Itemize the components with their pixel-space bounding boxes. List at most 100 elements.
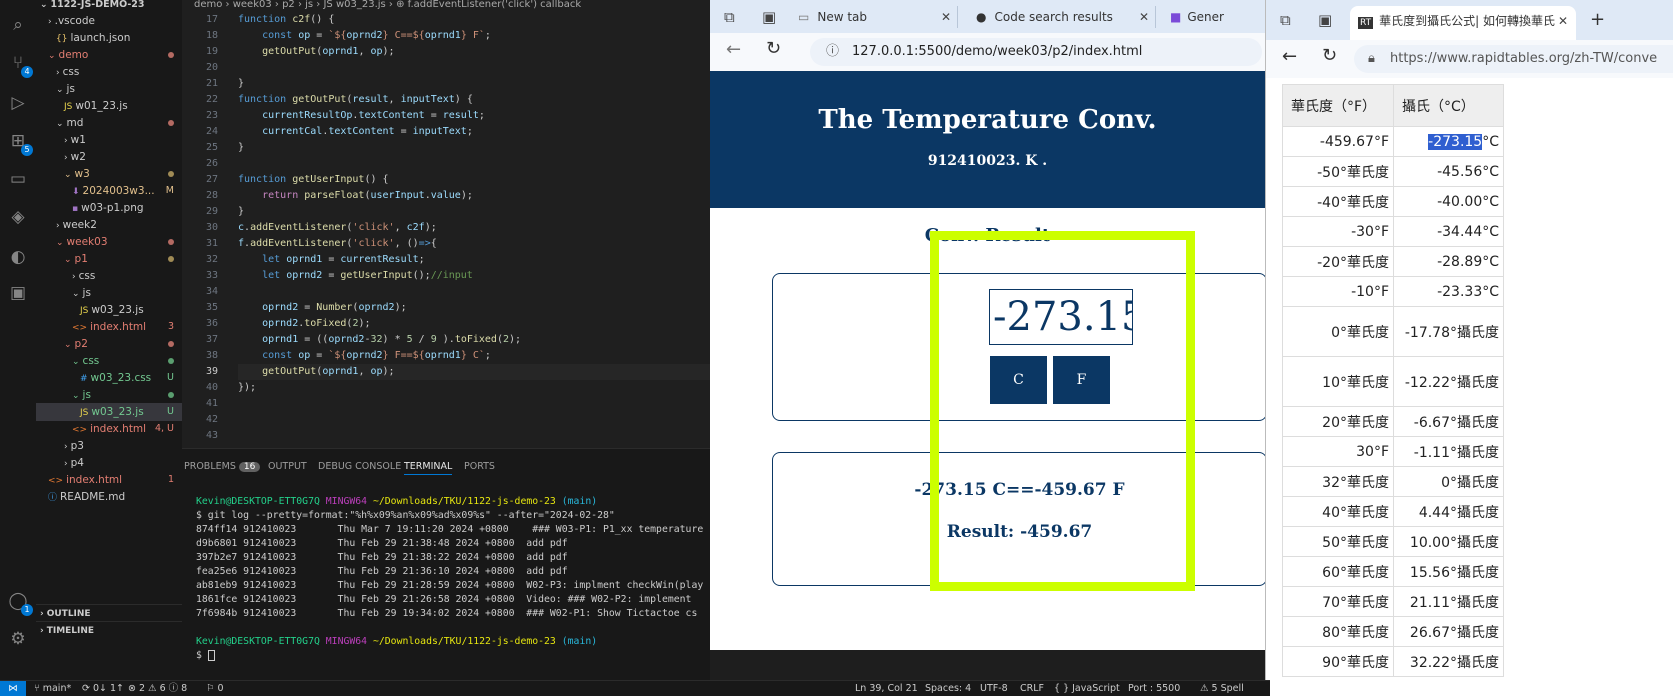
encoding[interactable]: UTF-8 bbox=[980, 681, 1008, 696]
tab-ports[interactable]: PORTS bbox=[464, 459, 495, 475]
remote-indicator-icon[interactable]: ⋈ bbox=[0, 681, 26, 696]
tab-problems[interactable]: PROBLEMS 16 bbox=[184, 459, 261, 475]
tree-item[interactable]: ⌄ demo bbox=[36, 46, 182, 64]
cursor-position[interactable]: Ln 39, Col 21 bbox=[855, 681, 918, 696]
live-server-port[interactable]: Port : 5500 bbox=[1128, 681, 1180, 696]
sync-status[interactable]: ⟳ 0↓ 1↑ bbox=[82, 681, 124, 696]
tree-item[interactable]: # w03_23.css U bbox=[36, 369, 182, 387]
timeline-section[interactable]: › TIMELINE bbox=[36, 621, 182, 639]
tree-item[interactable]: <> index.html 3 bbox=[36, 318, 182, 336]
tab-generic[interactable]: ■ Gener bbox=[1170, 6, 1265, 28]
tree-item[interactable]: ⬇ 2024003w3... M bbox=[36, 182, 182, 200]
address-bar[interactable]: 🔒︎ https://www.rapidtables.org/zh-TW/conv… bbox=[1354, 45, 1673, 73]
tree-item[interactable]: ⌄ p2 bbox=[36, 335, 182, 353]
tree-item[interactable]: › .vscode bbox=[36, 12, 182, 30]
terminal-input[interactable]: $ bbox=[196, 649, 215, 663]
edge-icon[interactable]: ◐ bbox=[7, 246, 29, 268]
tree-item[interactable]: <> index.html 1 bbox=[36, 471, 182, 489]
close-icon[interactable]: ✕ bbox=[1558, 6, 1568, 36]
tab-rapidtables[interactable]: RT 華氏度到攝氏公式| 如何轉換華氏 ✕ bbox=[1350, 6, 1576, 40]
back-icon[interactable]: ← bbox=[726, 39, 741, 60]
address-bar[interactable]: ⓘ 127.0.0.1:5500/demo/week03/p2/index.htm… bbox=[810, 38, 1262, 66]
tab-actions-icon[interactable]: ▣ bbox=[1318, 9, 1332, 31]
tree-item[interactable]: <> index.html 4, U bbox=[36, 420, 182, 438]
prompt-path: ~/Downloads/TKU/1122-js-demo-23 bbox=[372, 636, 556, 647]
git-branch[interactable]: ⑂ main* bbox=[34, 681, 71, 696]
live-share-icon[interactable]: ▣ bbox=[7, 282, 29, 304]
python-icon[interactable]: ◈ bbox=[7, 206, 29, 228]
account-icon[interactable]: ◯ 1 bbox=[7, 590, 33, 616]
tree-item[interactable]: › p4 bbox=[36, 454, 182, 472]
refresh-icon[interactable]: ↻ bbox=[1322, 45, 1337, 66]
search-icon[interactable]: ⌕ bbox=[7, 14, 29, 36]
tree-item[interactable]: › w1 bbox=[36, 131, 182, 149]
tree-item[interactable]: › p3 bbox=[36, 437, 182, 455]
tree-item[interactable]: › css bbox=[36, 63, 182, 81]
tab-actions-icon[interactable]: ▣ bbox=[762, 6, 776, 28]
breadcrumb[interactable]: demo › week03 › p2 › js › JS w03_23.js ›… bbox=[182, 0, 710, 12]
tree-item[interactable]: ⌄ p1 bbox=[36, 250, 182, 268]
tree-item[interactable]: ⌄ js bbox=[36, 284, 182, 302]
language-mode[interactable]: { } JavaScript bbox=[1054, 681, 1120, 696]
fahrenheit-cell: 50°華氏度 bbox=[1282, 526, 1394, 557]
line-number: 41 bbox=[205, 398, 218, 409]
back-icon[interactable]: ← bbox=[1282, 46, 1297, 67]
close-icon[interactable]: ✕ bbox=[1139, 6, 1149, 28]
tree-item[interactable]: › week2 bbox=[36, 216, 182, 234]
tree-item[interactable]: ⌄ js bbox=[36, 80, 182, 98]
code-line: } bbox=[238, 142, 245, 153]
close-icon[interactable]: ✕ bbox=[941, 6, 951, 28]
line-number: 32 bbox=[205, 254, 218, 265]
tree-item[interactable]: JS w01_23.js bbox=[36, 97, 182, 115]
fahrenheit-cell: 40°華氏度 bbox=[1282, 496, 1394, 527]
git-status: U bbox=[167, 372, 174, 383]
ports-status[interactable]: ⚐ 0 bbox=[206, 681, 224, 696]
conversion-table: 華氏度（°F） 攝氏（°C） -459.67°F -273.15°C -50°華氏度… bbox=[1282, 84, 1504, 677]
celsius-cell: -45.56°C bbox=[1393, 156, 1504, 187]
tree-item[interactable]: JS w03_23.js bbox=[36, 301, 182, 319]
source-control-icon[interactable]: ⑂ 4 bbox=[7, 52, 33, 78]
indentation[interactable]: Spaces: 4 bbox=[925, 681, 971, 696]
tree-item[interactable]: ⌄ css bbox=[36, 352, 182, 370]
new-tab-icon[interactable]: + bbox=[1590, 9, 1605, 31]
tree-item[interactable]: {} launch.json bbox=[36, 29, 182, 47]
tree-item[interactable]: ⌄ md bbox=[36, 114, 182, 132]
tree-item[interactable]: ⌄ w3 bbox=[36, 165, 182, 183]
outline-section[interactable]: › OUTLINE bbox=[36, 604, 182, 622]
tab-output[interactable]: OUTPUT bbox=[268, 459, 307, 475]
workspaces-icon[interactable]: ⧉ bbox=[1280, 9, 1291, 31]
prompt-user: Kevin@DESKTOP-ETT0G7Q bbox=[196, 636, 320, 647]
tree-item-selected[interactable]: JS w03_23.js U bbox=[36, 403, 182, 421]
problems-status[interactable]: ⊗ 2 ⚠ 6 ⓘ 8 bbox=[128, 681, 187, 696]
prompt-path: ~/Downloads/TKU/1122-js-demo-23 bbox=[372, 496, 556, 507]
remote-explorer-icon[interactable]: ▭ bbox=[7, 168, 29, 190]
tab-code-search[interactable]: ● Code search results ✕ bbox=[976, 6, 1156, 28]
tree-item[interactable]: ⌄ week03 bbox=[36, 233, 182, 251]
tab-terminal[interactable]: TERMINAL bbox=[404, 459, 453, 475]
line-ending[interactable]: CRLF bbox=[1020, 681, 1044, 696]
table-row: -30°F -34.44°C bbox=[1282, 216, 1504, 247]
code-editor[interactable]: demo › week03 › p2 › js › JS w03_23.js ›… bbox=[182, 0, 710, 448]
tree-item-label: w03_23.js bbox=[91, 304, 144, 316]
settings-gear-icon[interactable]: ⚙ bbox=[7, 628, 29, 650]
tree-item-label: index.html bbox=[90, 423, 147, 435]
prompt-env: MINGW64 bbox=[325, 496, 368, 507]
run-debug-icon[interactable]: ▷ bbox=[7, 92, 29, 114]
tree-item[interactable]: › w2 bbox=[36, 148, 182, 166]
teams-icon: ■ bbox=[1170, 10, 1182, 24]
tree-item[interactable]: › css bbox=[36, 267, 182, 285]
tree-item[interactable]: ⌄ js bbox=[36, 386, 182, 404]
extensions-icon[interactable]: ⊞ 5 bbox=[7, 130, 33, 156]
line-number: 40 bbox=[205, 382, 218, 393]
tree-item[interactable]: ▪ w03-p1.png bbox=[36, 199, 182, 217]
refresh-icon[interactable]: ↻ bbox=[766, 38, 781, 59]
lock-icon: 🔒︎ bbox=[1368, 51, 1375, 66]
spell-check[interactable]: ⚠ 5 Spell bbox=[1200, 681, 1244, 696]
tree-item[interactable]: ⓘ README.md bbox=[36, 488, 182, 506]
url-text: 127.0.0.1:5500/demo/week03/p2/index.html bbox=[852, 44, 1143, 59]
tab-new-tab[interactable]: ▭ New tab ✕ bbox=[798, 6, 958, 28]
tree-item-label: p1 bbox=[74, 253, 88, 265]
workspaces-icon[interactable]: ⧉ bbox=[724, 6, 735, 28]
tab-debug-console[interactable]: DEBUG CONSOLE bbox=[318, 459, 401, 475]
terminal-log-line: ab81eb9 912410023 Thu Feb 29 21:28:59 20… bbox=[196, 580, 704, 591]
